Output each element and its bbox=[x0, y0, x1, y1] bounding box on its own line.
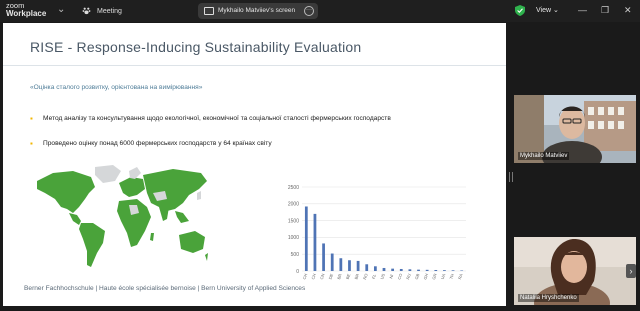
share-label: Mykhailo Matviiev's screen bbox=[218, 7, 296, 14]
chart-bar bbox=[339, 258, 343, 271]
bar-chart: 05001000150020002500CH CH CN DE BR BE BR RO FL US… bbox=[288, 185, 466, 280]
shield-icon[interactable] bbox=[515, 5, 525, 16]
chart-bar bbox=[365, 264, 369, 271]
zoom-logo: zoom Workplace bbox=[6, 2, 50, 18]
bullet-item: ▪ Метод аналізу та консультування щодо е… bbox=[30, 114, 470, 123]
bullet-text: Проведено оцінку понад 6000 фермерських … bbox=[43, 140, 272, 147]
chart-bar bbox=[451, 270, 455, 271]
minimize-icon[interactable]: — bbox=[578, 4, 587, 16]
chart-bar bbox=[382, 267, 386, 271]
x-tick-label: GR bbox=[431, 273, 438, 280]
map-central-america bbox=[69, 213, 81, 225]
x-tick-label: BR bbox=[336, 273, 343, 280]
chart-bar bbox=[434, 269, 438, 271]
x-tick-label: TH bbox=[448, 273, 455, 280]
view-menu[interactable]: View ⌄ bbox=[536, 6, 559, 14]
participant-name: Mykhailo Matviiev bbox=[518, 152, 570, 160]
x-tick-label: CH bbox=[302, 273, 309, 280]
x-tick-label: CO bbox=[396, 273, 403, 280]
close-icon[interactable]: ✕ bbox=[624, 4, 632, 16]
screen-share-indicator[interactable]: Mykhailo Matviiev's screen ··· bbox=[198, 3, 318, 19]
chart-bar bbox=[417, 269, 420, 271]
chart-bar bbox=[408, 269, 412, 271]
top-bar: zoom Workplace ⌄ Meeting Mykhailo Matvii… bbox=[0, 0, 640, 22]
x-tick-label: RO bbox=[362, 273, 369, 280]
map-asia bbox=[143, 169, 207, 211]
world-map bbox=[37, 165, 208, 267]
x-tick-label: FL bbox=[371, 273, 378, 280]
x-tick-label: CN bbox=[319, 273, 326, 280]
meeting-menu[interactable]: Meeting bbox=[82, 6, 122, 15]
map-greenland bbox=[95, 165, 121, 183]
x-tick-label: BE bbox=[345, 273, 352, 280]
x-tick-label: UA bbox=[440, 273, 447, 280]
shared-slide: RISE - Response-Inducing Sustainability … bbox=[3, 23, 506, 306]
slide-footer: Berner Fachhochschule | Haute école spéc… bbox=[24, 285, 306, 292]
gallery-resize-handle[interactable] bbox=[509, 172, 513, 182]
next-page-arrow-icon[interactable]: › bbox=[626, 264, 636, 278]
slide-title: RISE - Response-Inducing Sustainability … bbox=[30, 39, 362, 55]
chart-bar bbox=[443, 270, 446, 271]
view-label: View bbox=[536, 7, 552, 14]
chart-bar bbox=[399, 268, 403, 271]
x-tick-label: RA bbox=[457, 273, 464, 280]
restore-icon[interactable]: ❐ bbox=[601, 4, 609, 16]
paw-icon bbox=[82, 7, 91, 15]
chart-bar bbox=[391, 268, 395, 271]
x-tick-label: DE bbox=[328, 273, 335, 280]
chart-bar bbox=[330, 253, 334, 271]
chart-bar bbox=[460, 270, 464, 271]
meeting-label: Meeting bbox=[97, 8, 122, 15]
slide-subtitle: «Оцінка сталого розвитку, орієнтована на… bbox=[30, 84, 203, 91]
x-tick-label: NI bbox=[388, 274, 394, 279]
y-tick-label: 1000 bbox=[288, 235, 299, 241]
screen-icon bbox=[204, 7, 214, 15]
map-south-america bbox=[79, 223, 105, 267]
more-icon[interactable]: ··· bbox=[304, 6, 314, 16]
participant-tile[interactable]: Nataliia Hryshchenko bbox=[514, 237, 636, 305]
bullet-dot-icon: ▪ bbox=[30, 139, 33, 148]
x-tick-label: US bbox=[379, 273, 386, 280]
chart-bar bbox=[313, 213, 317, 271]
bullet-item: ▪ Проведено оцінку понад 6000 фермерськи… bbox=[30, 139, 470, 148]
map-australia bbox=[179, 231, 205, 253]
map-madagascar bbox=[150, 233, 154, 241]
bullet-dot-icon: ▪ bbox=[30, 114, 33, 123]
y-tick-label: 1500 bbox=[288, 218, 299, 224]
x-tick-label: GH bbox=[422, 273, 429, 280]
x-tick-label: RU bbox=[405, 273, 412, 280]
x-tick-label: GB bbox=[414, 273, 421, 280]
y-tick-label: 2000 bbox=[288, 202, 299, 208]
chevron-down-icon[interactable]: ⌄ bbox=[57, 4, 65, 15]
x-tick-label: BR bbox=[353, 273, 360, 280]
chart-bar bbox=[322, 243, 325, 271]
y-tick-label: 500 bbox=[291, 252, 300, 258]
map-japan bbox=[197, 191, 201, 200]
chart-bar bbox=[356, 260, 360, 271]
brand-line2: Workplace bbox=[6, 9, 47, 18]
map-southeast-asia bbox=[175, 211, 189, 223]
x-tick-label: CH bbox=[310, 273, 317, 280]
chart-bar bbox=[304, 206, 308, 271]
map-india bbox=[159, 207, 169, 221]
title-divider bbox=[3, 65, 506, 66]
y-tick-label: 0 bbox=[296, 269, 299, 275]
chart-bar bbox=[425, 269, 429, 271]
map-new-zealand bbox=[205, 253, 208, 261]
participant-tile[interactable]: Mykhailo Matviiev bbox=[514, 95, 636, 163]
chart-bar bbox=[373, 266, 377, 271]
y-tick-label: 2500 bbox=[288, 185, 299, 191]
chart-bar bbox=[348, 260, 351, 271]
map-north-america bbox=[37, 171, 95, 213]
map-scandinavia bbox=[129, 167, 141, 179]
map-europe bbox=[119, 177, 145, 197]
bullet-text: Метод аналізу та консультування щодо еко… bbox=[43, 115, 391, 122]
participant-name: Nataliia Hryshchenko bbox=[518, 294, 579, 302]
